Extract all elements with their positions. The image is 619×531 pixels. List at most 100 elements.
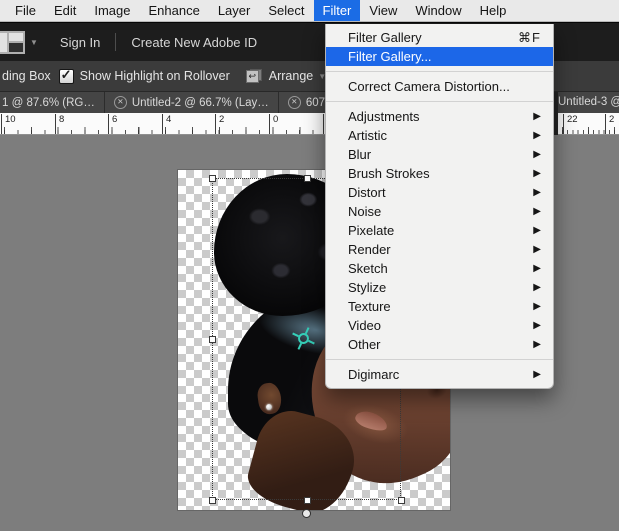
filter-menu-item[interactable]: Video [326, 316, 553, 335]
menubar-item[interactable]: Filter [314, 0, 361, 21]
arrange-button[interactable]: Arrange [269, 69, 313, 83]
submenu-arrow-icon [533, 183, 541, 202]
menu-item-label: Pixelate [348, 221, 394, 240]
menu-bar: File Edit Image Enhance Layer Select Fil… [0, 0, 619, 22]
menubar-item-label: Layer [218, 3, 251, 18]
menubar-item[interactable]: Image [85, 0, 139, 21]
submenu-arrow-icon [533, 316, 541, 335]
filter-menu-item[interactable]: Filter Gallery ⌘F [326, 28, 553, 47]
menu-separator [326, 359, 553, 360]
selection-handle-top-left[interactable] [209, 175, 216, 182]
submenu-arrow-icon [533, 202, 541, 221]
ruler-number: 6 [111, 114, 117, 125]
submenu-arrow-icon [533, 297, 541, 316]
selection-handle-bottom-left[interactable] [209, 497, 216, 504]
menubar-item-label: Filter [323, 3, 352, 18]
selection-handle-bottom-center[interactable] [304, 497, 311, 504]
menubar-item[interactable]: Layer [209, 0, 260, 21]
menubar-item[interactable]: Edit [45, 0, 85, 21]
submenu-arrow-icon [533, 145, 541, 164]
menu-item-label: Digimarc [348, 365, 399, 384]
tab-close-icon[interactable] [114, 96, 127, 109]
filter-menu-item[interactable]: Distort [326, 183, 553, 202]
menubar-item-label: View [369, 3, 397, 18]
filter-menu-item[interactable]: Noise [326, 202, 553, 221]
menubar-item-label: Edit [54, 3, 76, 18]
show-highlight-checkbox[interactable] [59, 69, 74, 84]
menubar-item[interactable]: Window [406, 0, 470, 21]
menu-item-label: Stylize [348, 278, 386, 297]
document-tab-label: Untitled-2 @ 66.7% (Lay… [132, 97, 269, 109]
menu-item-label: Other [348, 335, 381, 354]
filter-menu-item[interactable]: Blur [326, 145, 553, 164]
submenu-arrow-icon [533, 126, 541, 145]
tab-close-icon[interactable] [288, 96, 301, 109]
menubar-item[interactable]: View [360, 0, 406, 21]
ruler-number: 10 [4, 114, 16, 125]
arrange-icon [246, 69, 262, 83]
filter-menu-item[interactable]: Adjustments [326, 107, 553, 126]
show-highlight-label: Show Highlight on Rollover [80, 69, 230, 83]
divider [115, 33, 116, 51]
menubar-item-label: Help [480, 3, 507, 18]
reference-point-icon[interactable] [291, 326, 316, 351]
ruler-number: 2 [608, 114, 614, 125]
menu-item-label: Sketch [348, 259, 388, 278]
menu-item-label: Distort [348, 183, 386, 202]
menubar-item-label: Image [94, 3, 130, 18]
ruler-number: 2 [218, 114, 224, 125]
ruler-number: 22 [566, 114, 578, 125]
selection-handle-bottom-right[interactable] [398, 497, 405, 504]
menubar-item-label: Window [415, 3, 461, 18]
filter-menu-item[interactable]: Artistic [326, 126, 553, 145]
submenu-arrow-icon [533, 164, 541, 183]
filter-menu-item[interactable]: Pixelate [326, 221, 553, 240]
selection-handle-top-center[interactable] [304, 175, 311, 182]
menu-item-label: Blur [348, 145, 371, 164]
filter-menu-item[interactable]: Correct Camera Distortion... [326, 77, 553, 96]
menu-item-label: Filter Gallery [348, 28, 422, 47]
filter-menu-item[interactable]: Brush Strokes [326, 164, 553, 183]
filter-menu-item[interactable]: Digimarc [326, 365, 553, 384]
filter-menu-item[interactable]: Texture [326, 297, 553, 316]
filter-menu-item[interactable]: Other [326, 335, 553, 354]
menubar-item[interactable]: Enhance [140, 0, 209, 21]
menu-item-label: Render [348, 240, 391, 259]
menu-item-label: Brush Strokes [348, 164, 430, 183]
document-tab[interactable]: 1 @ 87.6% (RG… [0, 92, 105, 113]
submenu-arrow-icon [533, 365, 541, 384]
submenu-arrow-icon [533, 107, 541, 126]
filter-menu-item[interactable]: Filter Gallery... [326, 47, 553, 66]
menubar-item[interactable]: Help [471, 0, 516, 21]
filter-menu-item[interactable]: Stylize [326, 278, 553, 297]
document-tab-label: 1 @ 87.6% (RG… [2, 97, 95, 109]
bounding-box-label: ding Box [2, 69, 51, 83]
menubar-item[interactable]: File [6, 0, 45, 21]
menu-item-label: Artistic [348, 126, 387, 145]
horizontal-ruler-right-window: 222 [558, 113, 619, 135]
menubar-item-label: Enhance [149, 3, 200, 18]
chevron-down-icon[interactable] [30, 38, 38, 47]
menubar-item-label: Select [268, 3, 304, 18]
document-tab-untitled-3[interactable]: Untitled-3 @ 2 [558, 92, 619, 113]
submenu-arrow-icon [533, 221, 541, 240]
menubar-item[interactable]: Select [259, 0, 313, 21]
ruler-number: 8 [58, 114, 64, 125]
menu-separator [326, 101, 553, 102]
ruler-number: 0 [272, 114, 278, 125]
sign-in-button[interactable]: Sign In [60, 35, 100, 50]
document-tab[interactable]: Untitled-2 @ 66.7% (Lay… [105, 92, 279, 113]
create-adobe-id-button[interactable]: Create New Adobe ID [131, 35, 257, 50]
submenu-arrow-icon [533, 259, 541, 278]
rotate-handle[interactable] [302, 509, 311, 518]
filter-menu-item[interactable]: Sketch [326, 259, 553, 278]
submenu-arrow-icon [533, 335, 541, 354]
submenu-arrow-icon [533, 240, 541, 259]
menu-item-label: Noise [348, 202, 381, 221]
filter-menu-item[interactable]: Render [326, 240, 553, 259]
menu-item-label: Adjustments [348, 107, 420, 126]
menu-item-label: Video [348, 316, 381, 335]
ruler-number: 4 [165, 114, 171, 125]
workspace-layout-icon[interactable] [0, 31, 25, 54]
selection-handle-middle-left[interactable] [209, 336, 216, 343]
